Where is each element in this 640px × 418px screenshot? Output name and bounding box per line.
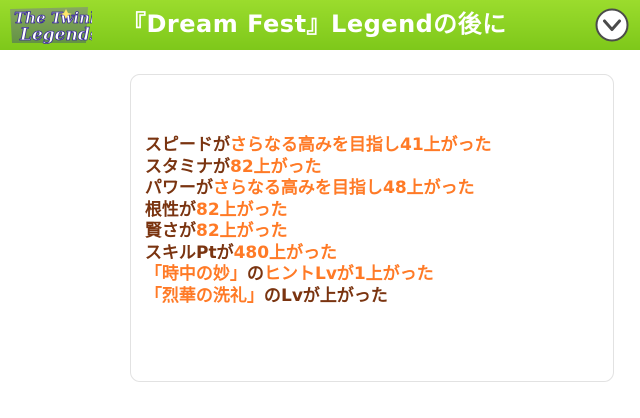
- effect-text: スキルPtが: [145, 242, 234, 263]
- effect-highlight-text: 「烈華の洗礼」: [145, 285, 264, 306]
- effect-highlight-text: さらなる高みを目指し48上がった: [213, 178, 475, 198]
- event-title: 『Dream Fest』Legendの後に: [122, 10, 507, 38]
- effect-text: 賢さが: [145, 221, 196, 241]
- effect-line: 賢さが82上がった: [145, 221, 585, 243]
- effect-line: 「時中の妙」のヒントLvが1上がった: [145, 264, 585, 286]
- event-header: The Twinkle Legends 『Dream Fest』Legendの後…: [0, 0, 640, 50]
- effect-highlight-text: 「時中の妙」: [145, 264, 247, 284]
- effect-line: スピードがさらなる高みを目指し41上がった: [145, 135, 585, 157]
- effect-text: パワーが: [145, 178, 213, 198]
- effect-line: 根性が82上がった: [145, 200, 585, 222]
- effect-highlight-text: 480上がった: [233, 242, 338, 263]
- effect-text: のLvが上がった: [264, 285, 388, 306]
- effect-highlight-text: 82上がった: [230, 156, 322, 177]
- effect-line: パワーがさらなる高みを目指し48上がった: [145, 178, 585, 200]
- chevron-down-icon[interactable]: [595, 8, 629, 42]
- twinkle-legends-logo: The Twinkle Legends: [10, 7, 92, 45]
- effect-list: スピードがさらなる高みを目指し41上がった スタミナが82上がった パワーがさらなる…: [145, 135, 585, 307]
- effect-line: 「烈華の洗礼」のLvが上がった: [145, 286, 585, 308]
- effect-line: スタミナが82上がった: [145, 157, 585, 179]
- effect-text: スピードが: [145, 135, 230, 155]
- effect-line: スキルPtが480上がった: [145, 243, 585, 265]
- svg-text:Legends: Legends: [19, 25, 92, 45]
- effect-highlight-text: ヒントLvが1上がった: [264, 264, 434, 284]
- effect-text: スタミナが: [145, 156, 230, 177]
- effect-highlight-text: さらなる高みを目指し41上がった: [230, 135, 492, 155]
- effect-text: の: [247, 264, 264, 284]
- effect-highlight-text: 82上がった: [196, 199, 288, 220]
- effect-highlight-text: 82上がった: [196, 221, 288, 241]
- effect-text: 根性が: [145, 199, 196, 220]
